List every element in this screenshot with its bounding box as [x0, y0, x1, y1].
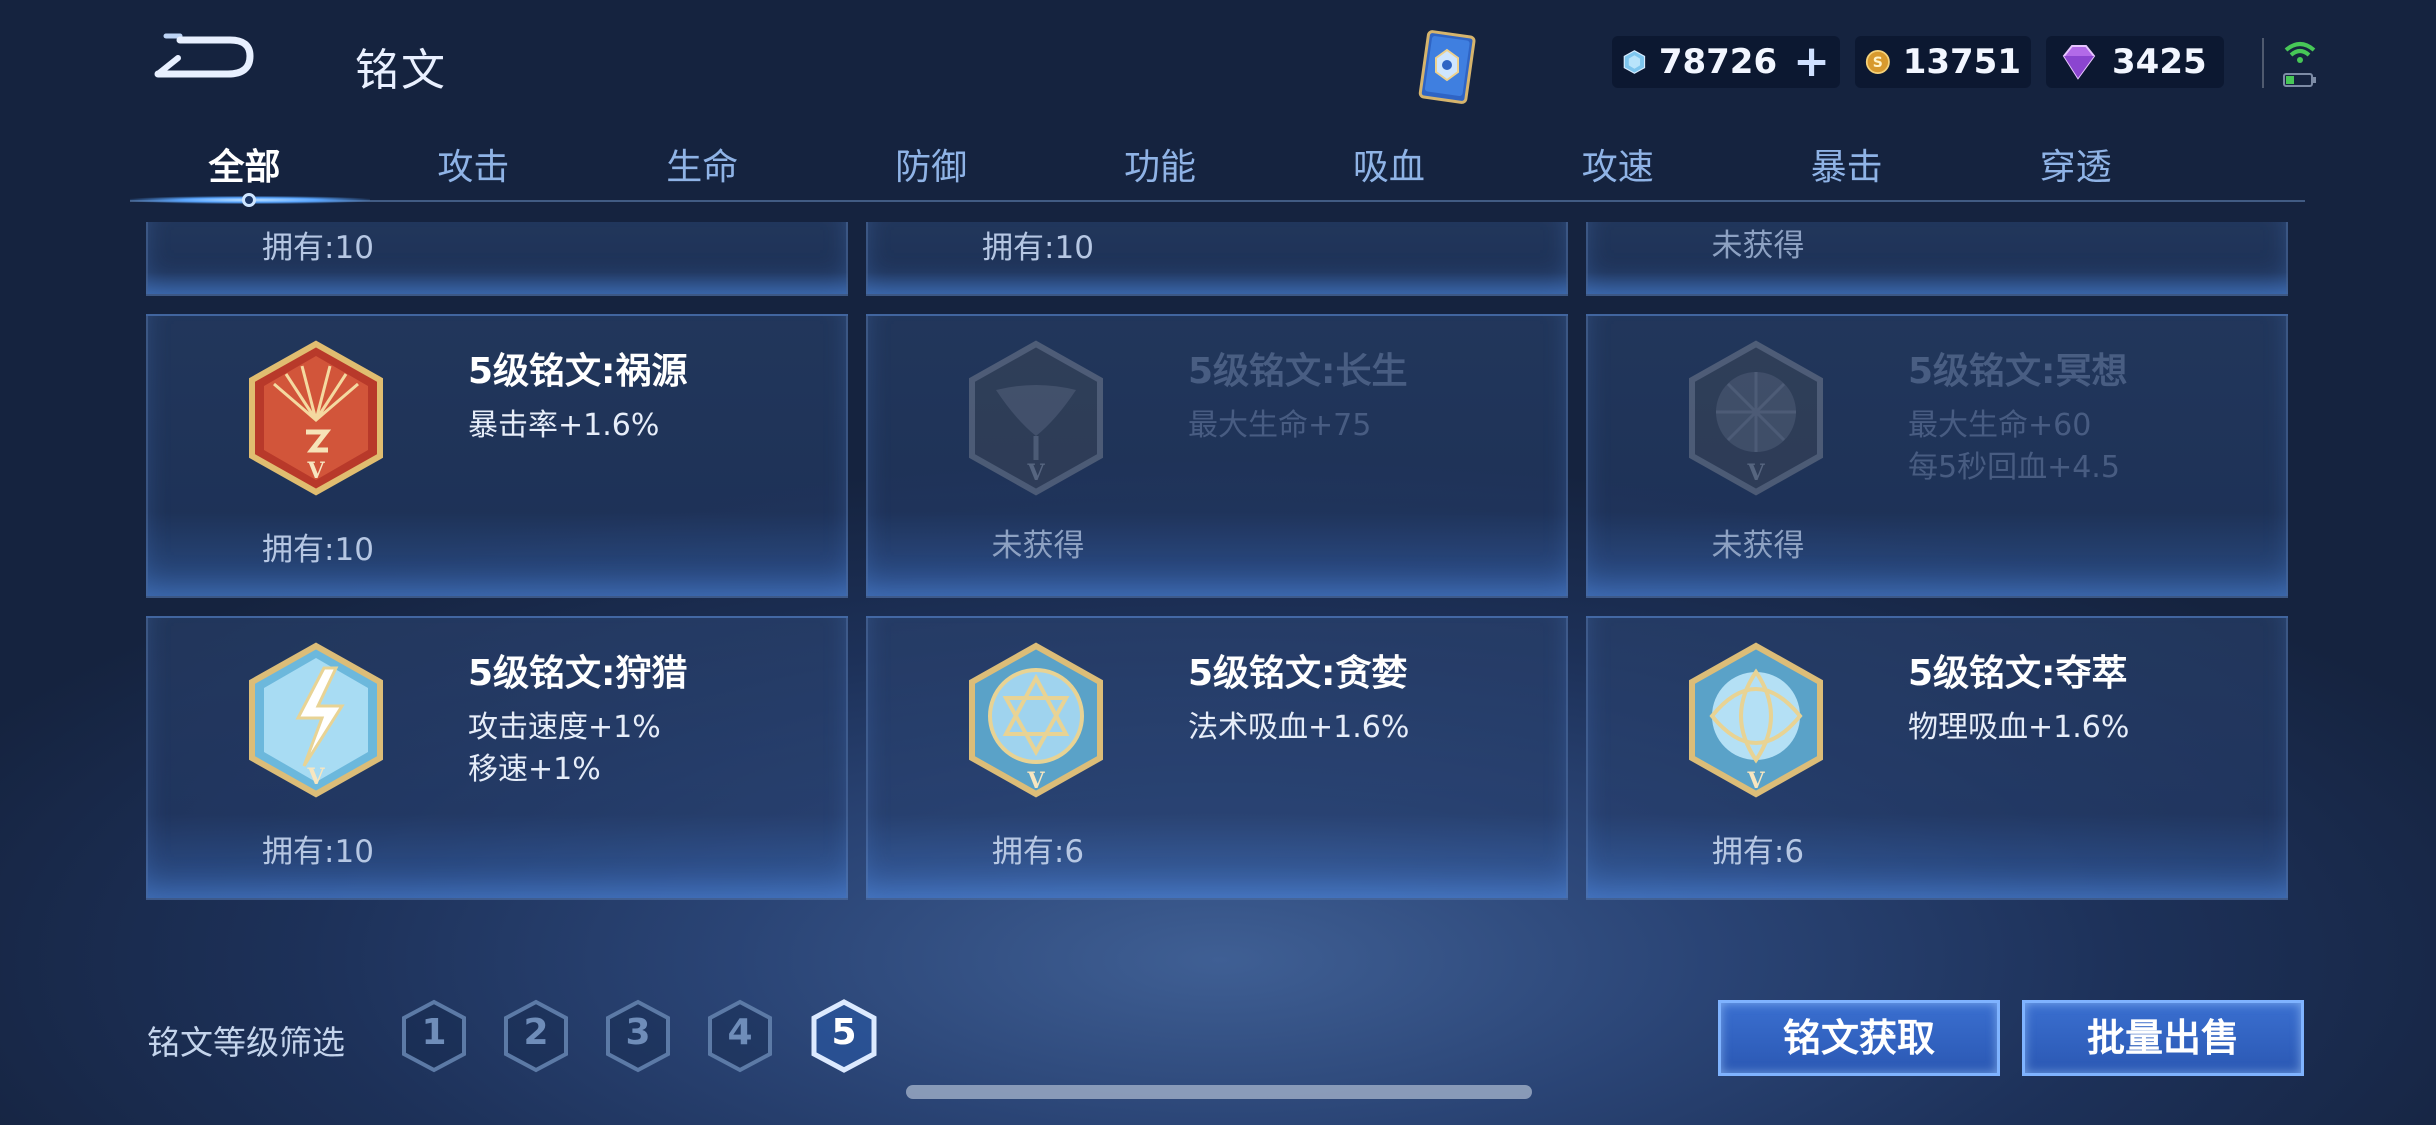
rune-attr: 物理吸血+1.6%	[1908, 710, 2130, 745]
header-divider	[2262, 38, 2264, 88]
rune-name: 5级铭文:贪婪	[1188, 653, 1408, 694]
purple-gem-icon	[2062, 45, 2096, 80]
level-filter-3[interactable]: 3	[602, 998, 674, 1074]
rune-attr: 暴击率+1.6%	[468, 408, 660, 443]
owned-count: 拥有:6	[1711, 834, 1805, 870]
rune-huoyuan-icon: V	[249, 340, 383, 496]
level-filter-2[interactable]: 2	[500, 998, 572, 1074]
owned-count: 未获得	[1711, 528, 1805, 564]
svg-text:V: V	[1026, 768, 1045, 794]
owned-count: 拥有:10	[262, 834, 374, 870]
rune-attr: 每5秒回血+4.5	[1908, 450, 2120, 485]
rune-card-tanlan[interactable]: V 5级铭文:贪婪 法术吸血+1.6% 拥有:6	[866, 616, 1568, 900]
rune-attr: 法术吸血+1.6%	[1188, 710, 1410, 745]
rune-attr: 最大生命+75	[1188, 408, 1372, 443]
add-currency-icon[interactable]: +	[1793, 40, 1830, 84]
home-indicator[interactable]	[906, 1085, 1532, 1099]
category-tabs: 全部 攻击 生命 防御 功能 吸血 攻速 暴击 穿透	[130, 138, 2190, 198]
wifi-battery-icon	[2280, 36, 2320, 92]
svg-text:V: V	[1746, 768, 1765, 794]
page-title: 铭文	[355, 45, 447, 96]
rune-book-icon[interactable]	[1410, 28, 1486, 110]
rune-name: 5级铭文:狩猎	[468, 653, 688, 694]
level-filter-4[interactable]: 4	[704, 998, 776, 1074]
rune-name: 5级铭文:夺萃	[1908, 653, 2128, 694]
back-arrow-icon	[154, 33, 254, 78]
tab-divider-line	[130, 200, 2305, 202]
rune-name: 5级铭文:冥想	[1908, 351, 2128, 392]
tab-utility[interactable]: 功能	[1046, 138, 1275, 198]
diamond-currency: 78726 +	[1612, 36, 1840, 88]
tab-health[interactable]: 生命	[588, 138, 817, 198]
svg-text:V: V	[1026, 460, 1045, 486]
tab-lifesteal[interactable]: 吸血	[1274, 138, 1503, 198]
rune-acquire-button[interactable]: 铭文获取	[1718, 1000, 2000, 1076]
rune-attr: 攻击速度+1%	[468, 710, 661, 745]
gold-currency: S 13751	[1855, 36, 2031, 88]
rune-card-partial[interactable]: 拥有:10	[866, 222, 1568, 296]
level-filter-1[interactable]: 1	[398, 998, 470, 1074]
rune-card-huoyuan[interactable]: V 5级铭文:祸源 暴击率+1.6% 拥有:10	[146, 314, 848, 598]
rune-name: 5级铭文:长生	[1188, 351, 1408, 392]
level-number: 2	[523, 1012, 549, 1053]
tab-critical[interactable]: 暴击	[1732, 138, 1961, 198]
svg-text:S: S	[1873, 55, 1883, 71]
tab-defense[interactable]: 防御	[817, 138, 1046, 198]
rune-card-partial[interactable]: 拥有:10	[146, 222, 848, 296]
owned-count: 拥有:10	[982, 230, 1094, 266]
gem-currency: 3425	[2046, 36, 2224, 88]
tab-penetration[interactable]: 穿透	[1961, 138, 2190, 198]
rune-duocui-icon: V	[1689, 642, 1823, 798]
active-tab-knob	[242, 193, 256, 207]
tab-attack-speed[interactable]: 攻速	[1503, 138, 1732, 198]
rune-tanlan-icon: V	[969, 642, 1103, 798]
rune-attr: 移速+1%	[468, 752, 601, 787]
rune-card-duocui[interactable]: V 5级铭文:夺萃 物理吸血+1.6% 拥有:6	[1586, 616, 2288, 900]
svg-text:V: V	[1746, 460, 1765, 486]
diamond-icon	[1623, 50, 1646, 74]
gold-amount: 13751	[1902, 42, 2021, 82]
gold-coin-icon: S	[1865, 50, 1890, 74]
owned-count: 拥有:10	[262, 230, 374, 266]
svg-text:V: V	[306, 764, 325, 790]
level-number: 5	[831, 1012, 857, 1053]
level-number: 4	[727, 1012, 753, 1053]
level-filter-5[interactable]: 5	[808, 998, 880, 1074]
owned-count: 未获得	[991, 528, 1085, 564]
owned-count: 拥有:6	[991, 834, 1085, 870]
owned-count: 拥有:10	[262, 532, 374, 568]
rune-name: 5级铭文:祸源	[468, 351, 688, 392]
level-filter-label: 铭文等级筛选	[147, 1023, 345, 1062]
level-number: 1	[421, 1012, 447, 1053]
back-button[interactable]	[150, 28, 260, 88]
rune-card-changsheng[interactable]: V 5级铭文:长生 最大生命+75 未获得	[866, 314, 1568, 598]
tab-all[interactable]: 全部	[130, 138, 359, 198]
rune-shoulie-icon: V	[249, 642, 383, 798]
rune-card-partial[interactable]: 未获得	[1586, 222, 2288, 296]
rune-attr: 最大生命+60	[1908, 408, 2092, 443]
rune-mingxiang-icon: V	[1689, 340, 1823, 496]
svg-text:V: V	[306, 458, 325, 484]
rune-changsheng-icon: V	[969, 340, 1103, 496]
owned-count: 未获得	[1711, 228, 1805, 264]
level-number: 3	[625, 1012, 651, 1053]
bulk-sell-button[interactable]: 批量出售	[2022, 1000, 2304, 1076]
tab-attack[interactable]: 攻击	[359, 138, 588, 198]
rune-card-mingxiang[interactable]: V 5级铭文:冥想 最大生命+60 每5秒回血+4.5 未获得	[1586, 314, 2288, 598]
diamond-amount: 78726	[1658, 42, 1778, 82]
gem-amount: 3425	[2112, 42, 2207, 82]
rune-card-shoulie[interactable]: V 5级铭文:狩猎 攻击速度+1% 移速+1% 拥有:10	[146, 616, 848, 900]
